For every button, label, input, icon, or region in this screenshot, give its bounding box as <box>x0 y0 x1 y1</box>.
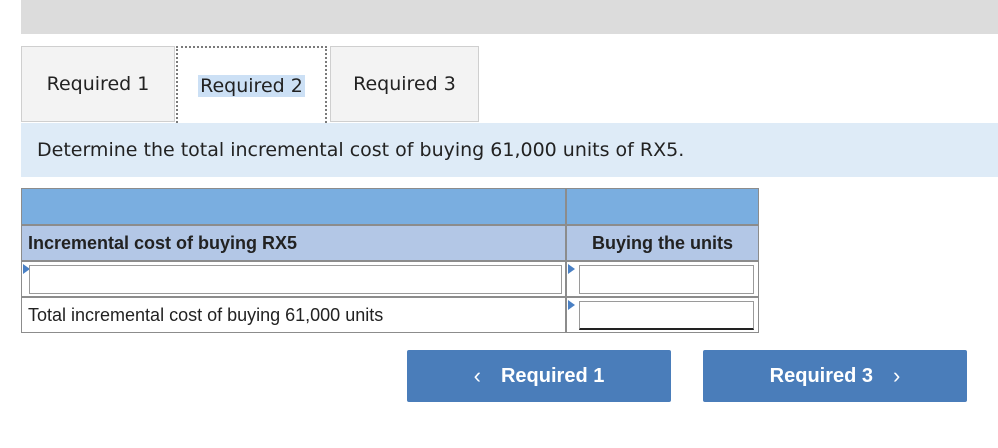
tab-required-2[interactable]: Required 2 <box>176 46 327 123</box>
column-header-buying-units: Buying the units <box>566 225 759 261</box>
buying-units-input[interactable] <box>579 265 754 294</box>
prev-button-label: Required 1 <box>500 364 605 387</box>
header-band-right <box>566 188 759 225</box>
total-value-cell <box>566 297 759 333</box>
top-bar <box>21 0 998 34</box>
chevron-right-icon: › <box>893 363 901 388</box>
table-header-band <box>21 188 759 225</box>
question-prompt: Determine the total incremental cost of … <box>21 123 998 177</box>
tab-required-3[interactable]: Required 3 <box>330 46 479 122</box>
row-label-input[interactable] <box>29 265 562 294</box>
next-button-label: Required 3 <box>769 364 874 387</box>
row-value-cell <box>566 261 759 297</box>
table-row <box>21 261 759 297</box>
input-marker-icon <box>568 264 575 274</box>
tab-required-1[interactable]: Required 1 <box>21 46 175 122</box>
chevron-left-icon: ‹ <box>473 363 481 388</box>
prompt-text: Determine the total incremental cost of … <box>37 139 685 161</box>
prev-required-1-button[interactable]: ‹ Required 1 <box>407 350 671 402</box>
header-band-left <box>21 188 566 225</box>
table-header-row: Incremental cost of buying RX5 Buying th… <box>21 225 759 261</box>
column-header-incremental-cost: Incremental cost of buying RX5 <box>21 225 566 261</box>
total-label-cell: Total incremental cost of buying 61,000 … <box>21 297 566 333</box>
table-row-total: Total incremental cost of buying 61,000 … <box>21 297 759 333</box>
input-marker-icon <box>568 300 575 310</box>
tab-label: Required 2 <box>198 74 305 97</box>
tab-label: Required 3 <box>353 73 456 95</box>
tab-label: Required 1 <box>46 73 150 95</box>
next-required-3-button[interactable]: Required 3 › <box>703 350 967 402</box>
row-label-cell <box>21 261 566 297</box>
total-cost-input[interactable] <box>579 301 754 330</box>
